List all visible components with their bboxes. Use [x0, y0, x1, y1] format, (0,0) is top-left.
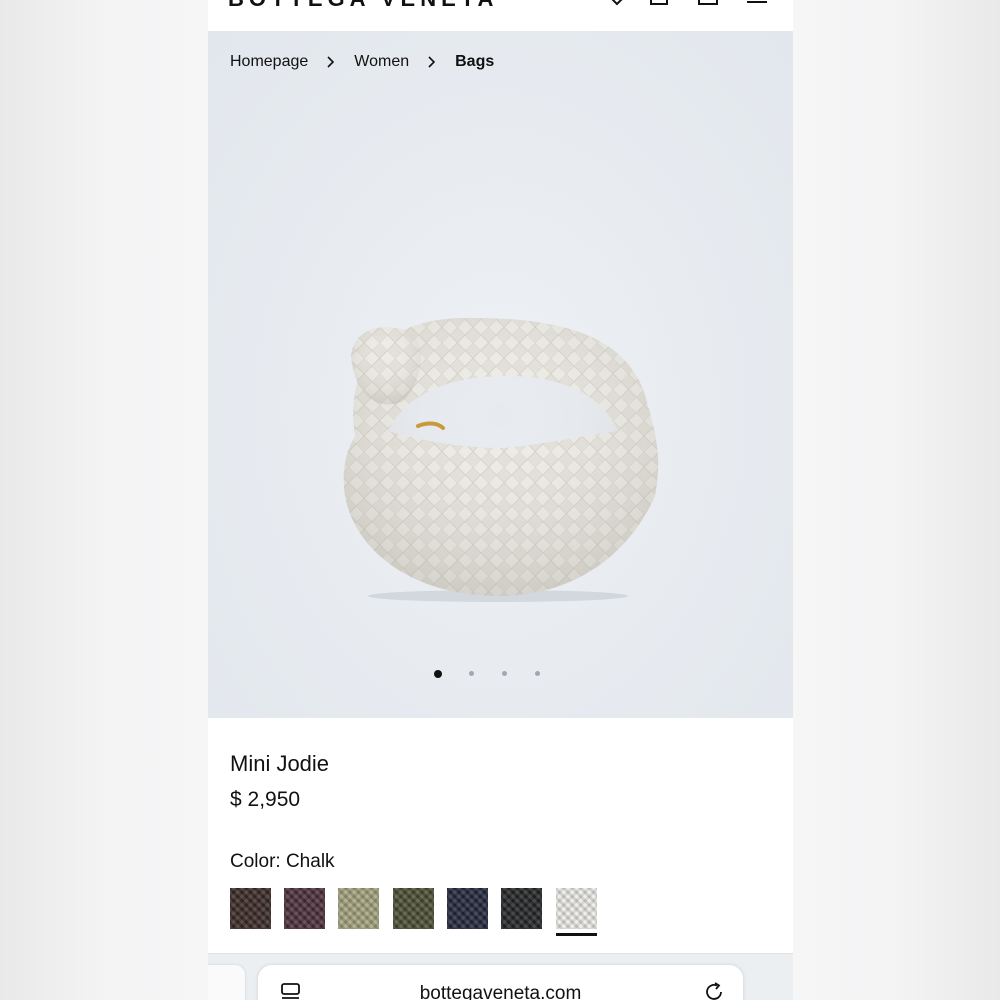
heart-icon[interactable]	[606, 0, 628, 6]
menu-icon[interactable]	[746, 0, 768, 6]
shopping-bag-icon[interactable]	[648, 0, 670, 6]
color-swatch[interactable]	[338, 888, 379, 929]
previous-tab[interactable]	[208, 965, 245, 1000]
color-label: Color: Chalk	[230, 851, 335, 872]
site-header: BOTTEGA VENETA	[208, 0, 793, 31]
browser-toolbar: bottegaveneta.com	[208, 954, 793, 1000]
color-swatch[interactable]	[393, 888, 434, 929]
bag-image[interactable]	[333, 296, 663, 606]
color-swatch[interactable]	[230, 888, 271, 929]
chevron-right-icon	[409, 53, 455, 71]
carousel-dot[interactable]	[434, 670, 442, 678]
product-gallery[interactable]: Homepage Women Bags	[208, 31, 793, 718]
url-text[interactable]: bottegaveneta.com	[258, 983, 743, 1000]
color-swatches	[230, 888, 790, 938]
chevron-right-icon	[308, 53, 354, 71]
product-name: Mini Jodie	[230, 751, 330, 776]
brand-logo[interactable]: BOTTEGA VENETA	[228, 0, 498, 12]
phone-screen: BOTTEGA VENETA Homepage Women Bags	[208, 0, 793, 1000]
carousel-dot[interactable]	[469, 671, 474, 676]
color-swatch-selected[interactable]	[556, 888, 597, 929]
color-swatch[interactable]	[501, 888, 542, 929]
breadcrumb-bags: Bags	[455, 53, 495, 70]
carousel-dot[interactable]	[502, 671, 507, 676]
breadcrumb-women[interactable]: Women	[354, 53, 409, 71]
account-icon[interactable]	[697, 0, 719, 6]
carousel-dot[interactable]	[535, 671, 540, 676]
selected-swatch-indicator	[556, 933, 597, 936]
color-swatch[interactable]	[447, 888, 488, 929]
reload-icon[interactable]	[703, 981, 725, 1000]
carousel-dots	[208, 670, 793, 681]
breadcrumb-homepage[interactable]: Homepage	[230, 53, 308, 71]
color-swatch[interactable]	[284, 888, 325, 929]
product-price: $ 2,950	[230, 788, 301, 811]
address-bar[interactable]: bottegaveneta.com	[258, 965, 743, 1000]
breadcrumb: Homepage Women Bags	[230, 53, 494, 71]
